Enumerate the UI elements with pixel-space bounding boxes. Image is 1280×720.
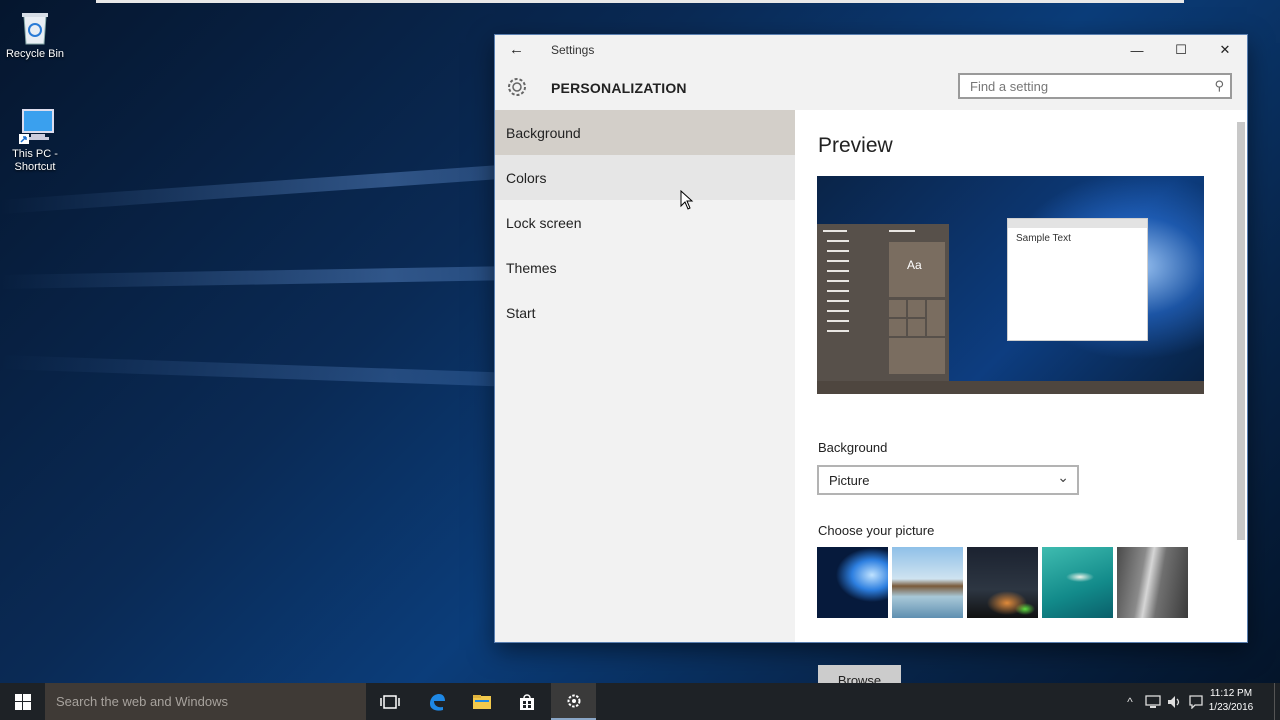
preview-heading: Preview <box>818 134 893 157</box>
page-title: PERSONALIZATION <box>551 80 687 96</box>
background-label: Background <box>818 440 888 455</box>
background-select-value: Picture <box>829 473 870 488</box>
sidebar-item-label: Colors <box>506 170 547 186</box>
taskbar-search-placeholder: Search the web and Windows <box>56 694 228 709</box>
chevron-down-icon: ⌄ <box>1057 469 1069 485</box>
network-tray-button[interactable] <box>1142 683 1164 720</box>
preview-taskbar <box>817 381 1204 394</box>
settings-taskbar-button[interactable] <box>551 683 596 720</box>
folder-icon <box>472 694 491 709</box>
minimize-icon: — <box>1130 42 1144 58</box>
title-bar[interactable]: ← Settings — ☐ ✕ <box>495 35 1247 65</box>
desktop-icon-label: Recycle Bin <box>5 48 65 60</box>
tray-overflow-button[interactable]: ^ <box>1122 683 1138 720</box>
windows-logo-icon <box>14 693 31 710</box>
main-content: Preview Aa Sample Text Background Pictur… <box>795 110 1247 695</box>
choose-picture-label: Choose your picture <box>818 523 935 538</box>
clock-date: 1/23/2016 <box>1208 702 1254 713</box>
picture-thumb-underwater-swimmer[interactable] <box>1042 547 1113 618</box>
preview-sample-window: Sample Text <box>1007 218 1148 341</box>
volume-tray-button[interactable] <box>1164 683 1186 720</box>
task-view-icon <box>379 694 400 709</box>
maximize-button[interactable]: ☐ <box>1159 35 1203 65</box>
window-title: Settings <box>551 43 595 57</box>
file-explorer-button[interactable] <box>459 683 504 720</box>
search-box[interactable]: ⚲ <box>958 73 1232 99</box>
picture-thumb-beach-rocks[interactable] <box>892 547 963 618</box>
store-bag-icon <box>519 693 534 710</box>
desktop-icon-label: Shortcut <box>14 161 56 173</box>
scrollbar[interactable] <box>1237 122 1245 540</box>
edge-button[interactable] <box>414 683 459 720</box>
maximize-icon: ☐ <box>1175 42 1187 57</box>
gear-icon <box>505 75 529 99</box>
picture-thumb-windows-hero[interactable] <box>817 547 888 618</box>
close-button[interactable]: ✕ <box>1203 35 1247 65</box>
sidebar-item-start[interactable]: Start <box>495 290 795 335</box>
preview-tile-text: Aa <box>907 258 922 272</box>
sidebar-item-label: Start <box>506 305 536 321</box>
desktop-icon-this-pc[interactable]: This PC - Shortcut <box>0 108 70 174</box>
minimize-button[interactable]: — <box>1115 35 1159 65</box>
sidebar-item-background[interactable]: Background <box>495 110 795 155</box>
picture-thumb-night-sky[interactable] <box>967 547 1038 618</box>
sidebar-item-label: Background <box>506 125 581 141</box>
chevron-up-icon: ^ <box>1127 694 1133 709</box>
store-button[interactable] <box>504 683 549 720</box>
notification-icon <box>1189 694 1203 709</box>
background-select[interactable]: Picture ⌄ <box>817 465 1079 495</box>
recycle-bin-icon <box>17 8 53 45</box>
search-icon[interactable]: ⚲ <box>1214 78 1224 94</box>
settings-window: ← Settings — ☐ ✕ PERSONALIZATION ⚲ Backg… <box>495 35 1247 695</box>
network-icon <box>1145 694 1161 708</box>
start-button[interactable] <box>0 683 45 720</box>
clock-time: 11:12 PM <box>1209 688 1253 699</box>
preview-sample-text: Sample Text <box>1016 233 1071 244</box>
taskbar-search-box[interactable]: Search the web and Windows <box>45 683 366 720</box>
edge-icon <box>429 693 445 711</box>
top-window-edge <box>96 0 1184 3</box>
notification-tray-button[interactable] <box>1186 683 1206 720</box>
volume-icon <box>1168 695 1180 708</box>
show-desktop-button[interactable] <box>1274 683 1280 720</box>
computer-icon <box>17 108 54 144</box>
sidebar-item-themes[interactable]: Themes <box>495 245 795 290</box>
sidebar-item-label: Themes <box>506 260 557 276</box>
taskbar-clock[interactable]: 11:12 PM 1/23/2016 <box>1206 687 1256 715</box>
sidebar-item-lock-screen[interactable]: Lock screen <box>495 200 795 245</box>
sidebar-nav: Background Colors Lock screen Themes Sta… <box>495 110 795 642</box>
page-header: PERSONALIZATION ⚲ <box>495 65 1247 110</box>
close-icon: ✕ <box>1219 42 1231 57</box>
preview-start-menu: Aa <box>817 224 949 381</box>
mouse-cursor-icon <box>680 190 694 210</box>
preview-image: Aa Sample Text <box>817 176 1204 394</box>
task-view-button[interactable] <box>367 683 412 720</box>
gear-icon <box>567 694 580 707</box>
taskbar: Search the web and Windows ^ 11:12 PM 1/… <box>0 683 1280 720</box>
sidebar-item-colors[interactable]: Colors <box>495 155 795 200</box>
desktop-icon-recycle-bin[interactable]: Recycle Bin <box>0 8 70 61</box>
back-arrow-icon[interactable]: ← <box>509 41 524 58</box>
search-input[interactable] <box>968 78 1202 95</box>
desktop-icon-label: This PC - <box>12 148 58 160</box>
picture-thumb-rock-cliff[interactable] <box>1117 547 1188 618</box>
sidebar-item-label: Lock screen <box>506 215 582 231</box>
